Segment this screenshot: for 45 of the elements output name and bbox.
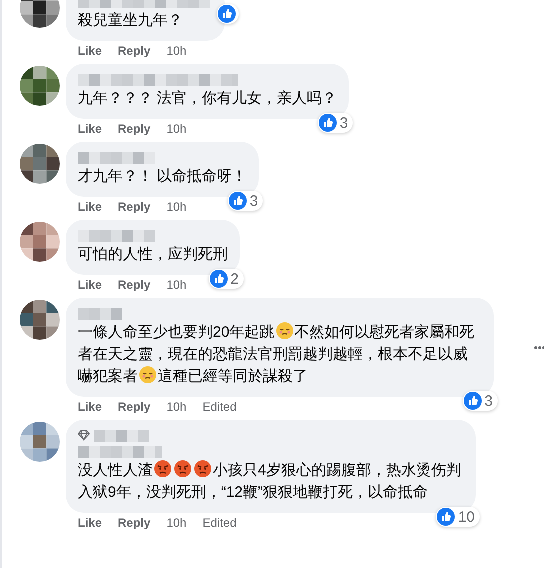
reply-link[interactable]: Reply — [118, 400, 151, 415]
more-icon[interactable] — [534, 346, 544, 350]
comment-time[interactable]: 10h — [166, 278, 187, 293]
reaction-badge[interactable]: 3 — [228, 191, 264, 211]
diamond-icon — [78, 430, 90, 441]
like-link[interactable]: Like — [78, 200, 102, 215]
reaction-badge[interactable]: 2 — [208, 269, 244, 289]
like-link[interactable]: Like — [78, 278, 102, 293]
comment-text: 才九年？！ 以命抵命呀！ — [78, 167, 248, 187]
like-link[interactable]: Like — [78, 400, 102, 415]
thumbs-up-icon — [437, 508, 456, 526]
pensive-face-icon — [276, 322, 294, 340]
like-link[interactable]: Like — [78, 516, 102, 531]
pensive-face-icon — [139, 366, 157, 384]
comment-text: 九年？？？ 法官，你有儿女，亲人吗？ — [78, 89, 338, 109]
comment-time[interactable]: 10h — [166, 516, 187, 531]
like-link[interactable]: Like — [78, 44, 102, 59]
comment-text: 殺兒童坐九年？ — [78, 11, 184, 31]
comment-text: 没人性人渣 小孩只4岁狠心的踢腹部，热水烫伤判入狱9年，没判死刑，“12鞭”狠狠地鞭打死，以命抵命 — [78, 460, 462, 503]
thumbs-up-icon — [218, 4, 236, 22]
thumbs-up-icon — [228, 192, 247, 210]
reply-link[interactable]: Reply — [118, 200, 151, 215]
reaction-badge[interactable]: 3 — [318, 113, 354, 133]
comment-time[interactable]: 10h — [166, 44, 187, 59]
angry-face-icon — [194, 460, 212, 478]
comment-time[interactable]: 10h — [166, 200, 187, 215]
like-link[interactable]: Like — [78, 122, 102, 137]
reaction-badge[interactable]: 10 — [436, 507, 480, 527]
thumbs-up-icon — [464, 392, 482, 410]
edited-label: Edited — [202, 400, 237, 415]
comment-text: 一條人命至少也要判20年起跳 不然如何以慰死者家屬和死者在天之靈，現在的恐龍法官刑罰越判越輕，根本不足以威嚇犯案者 這種已經等同於謀殺了 — [78, 322, 476, 387]
reaction-badge[interactable]: 3 — [462, 391, 498, 411]
angry-face-icon — [154, 460, 172, 478]
reaction-badge[interactable] — [217, 4, 239, 24]
thumbs-up-icon — [210, 270, 228, 288]
reply-link[interactable]: Reply — [118, 44, 151, 59]
edited-label: Edited — [202, 516, 237, 531]
reply-link[interactable]: Reply — [118, 516, 151, 531]
thumbs-up-icon — [318, 114, 337, 132]
reply-link[interactable]: Reply — [118, 122, 151, 137]
comment-time[interactable]: 10h — [166, 400, 187, 415]
comment-time[interactable]: 10h — [166, 122, 187, 137]
reply-link[interactable]: Reply — [118, 278, 151, 293]
comment-text: 可怕的人性，应判死刑 — [78, 245, 228, 265]
angry-face-icon — [174, 460, 192, 478]
